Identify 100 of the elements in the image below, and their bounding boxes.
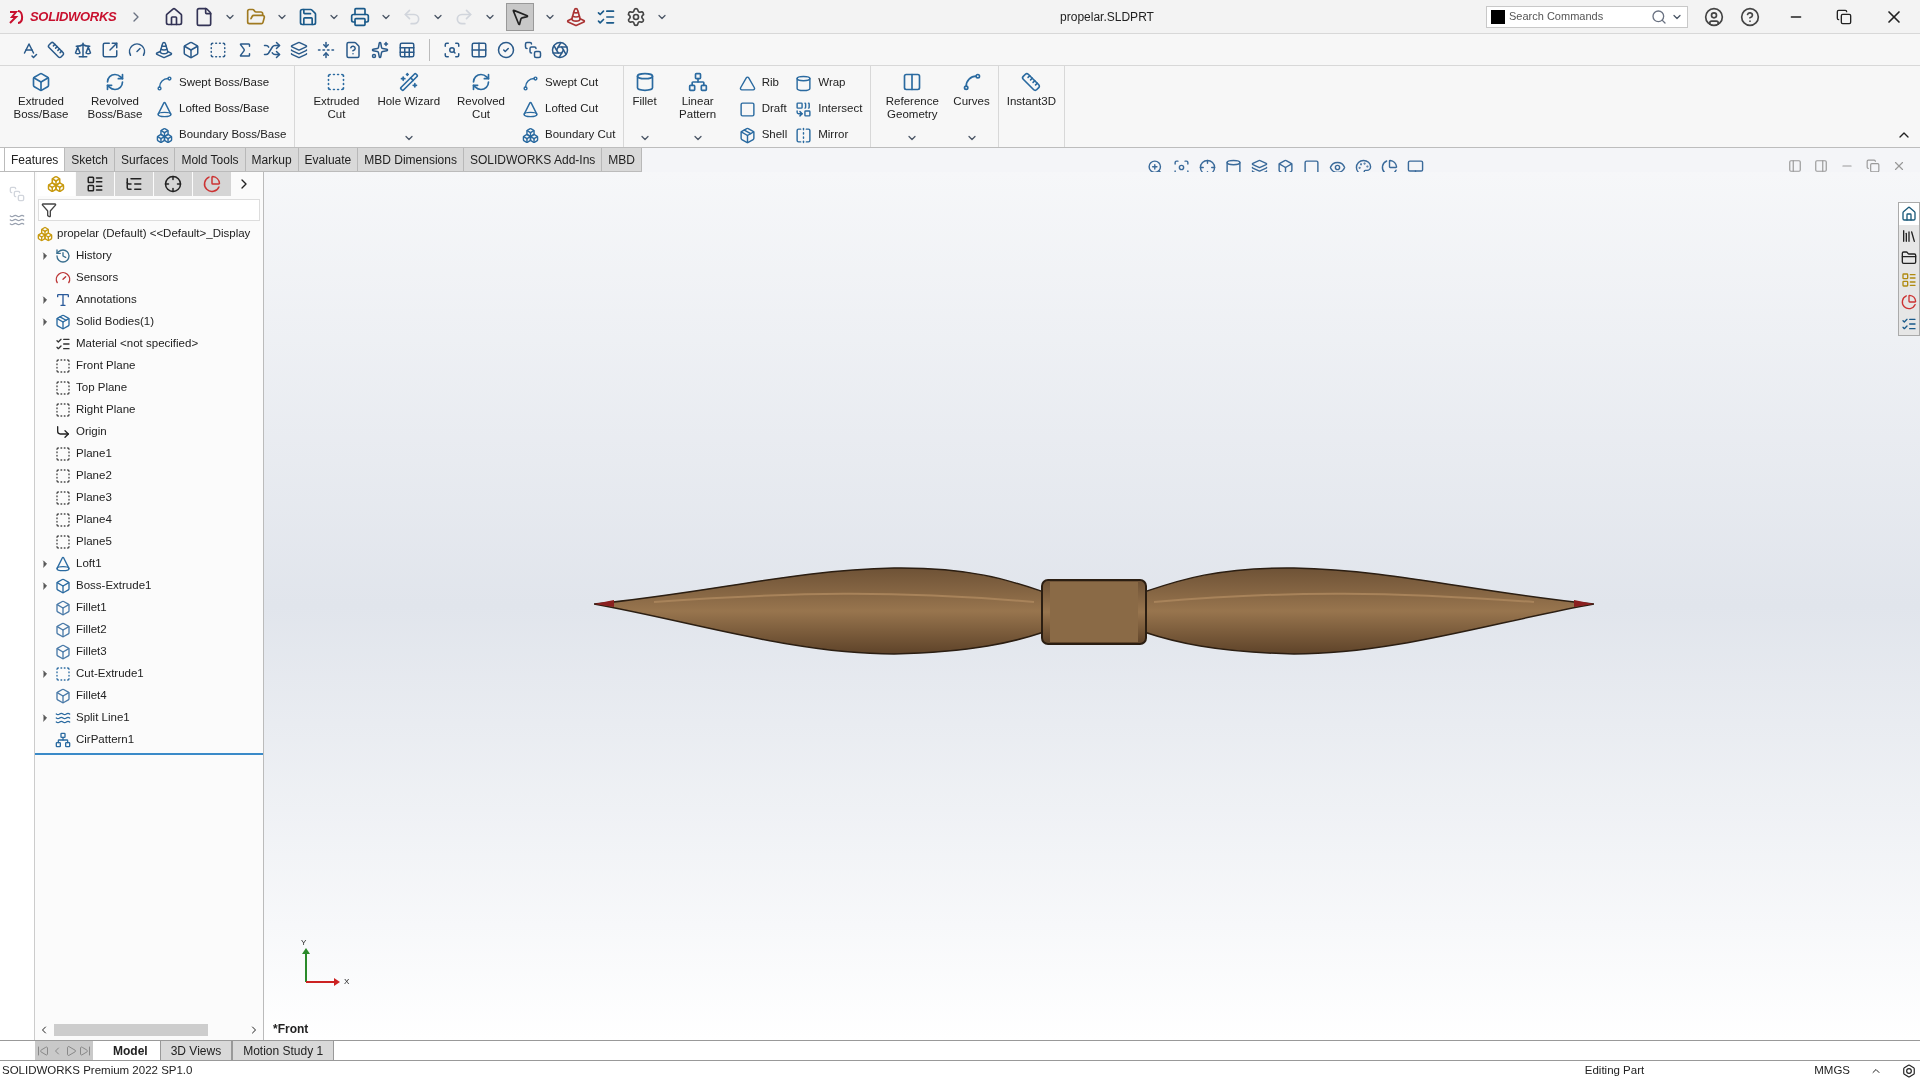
command-tab[interactable]: Sketch <box>65 148 116 171</box>
grid-icon[interactable] <box>470 40 488 59</box>
bolt-icon[interactable] <box>1902 1063 1916 1078</box>
ribbon-button[interactable]: Draft <box>738 98 788 120</box>
ribbon-button[interactable]: Mirror <box>795 124 863 146</box>
ribbon-button[interactable]: Fillet <box>629 72 660 108</box>
scale-icon[interactable] <box>74 40 92 59</box>
command-tab[interactable]: Evaluate <box>298 148 359 171</box>
select-button[interactable] <box>506 2 534 31</box>
tree-item[interactable]: Front Plane <box>76 357 136 375</box>
ribbon-button[interactable]: Intersect <box>795 98 863 120</box>
ribbon-button[interactable]: Extruded Boss/Base <box>5 72 77 121</box>
ribbon-button[interactable]: Revolved Boss/Base <box>79 72 151 121</box>
curve-icon <box>156 74 173 92</box>
bottom-tab[interactable]: 3D Views <box>159 1041 233 1060</box>
ribbon-button[interactable]: Swept Boss/Base <box>156 72 287 94</box>
command-tab[interactable]: Features <box>4 148 66 171</box>
check-circle-icon[interactable] <box>497 40 515 59</box>
help-icon[interactable] <box>1740 6 1760 27</box>
tree-item[interactable]: CirPattern1 <box>76 731 135 749</box>
tree-item[interactable]: Plane3 <box>76 489 112 507</box>
tree-item[interactable]: Split Line1 <box>76 709 130 727</box>
home-icon[interactable] <box>1899 203 1919 225</box>
sparkles-icon[interactable] <box>371 40 389 59</box>
ribbon-button[interactable]: Rib <box>738 72 788 94</box>
ribbon-button[interactable]: Extruded Cut <box>300 72 373 121</box>
file-question-icon[interactable] <box>344 40 362 59</box>
tree-item[interactable]: Material <not specified> <box>76 335 199 353</box>
scan-icon[interactable] <box>443 40 461 59</box>
tree-item[interactable]: Cut-Extrude1 <box>76 665 144 683</box>
command-tab[interactable]: Mold Tools <box>175 148 246 171</box>
ribbon-button[interactable]: Reference Geometry <box>876 72 949 121</box>
search-box[interactable]: Search Commands <box>1486 5 1688 28</box>
command-tab[interactable]: Markup <box>245 148 299 171</box>
ribbon-button[interactable]: Shell <box>738 124 788 146</box>
tree-item[interactable]: Sensors <box>76 269 119 287</box>
tree-item[interactable]: Fillet2 <box>76 621 107 639</box>
ribbon-button[interactable]: Boundary Boss/Base <box>156 124 287 146</box>
cube-icon[interactable] <box>182 40 200 59</box>
tree-item[interactable]: Origin <box>76 423 107 441</box>
ribbon-button[interactable]: Hole Wizard <box>374 72 444 108</box>
filter-field[interactable] <box>38 199 260 221</box>
tree-item[interactable]: Boss-Extrude1 <box>76 577 152 595</box>
cone-icon[interactable] <box>155 40 173 59</box>
search-field[interactable]: Search Commands <box>1509 8 1647 25</box>
tree-item[interactable]: Fillet4 <box>76 687 107 705</box>
tree-tab[interactable] <box>76 172 114 196</box>
tree-item[interactable]: History <box>76 247 112 265</box>
save-icon[interactable] <box>298 6 318 27</box>
tree-item[interactable]: Right Plane <box>76 401 136 419</box>
ribbon-button[interactable]: Instant3D <box>1003 72 1059 108</box>
aperture-icon[interactable] <box>551 40 569 59</box>
bottom-tab[interactable]: Motion Study 1 <box>232 1041 335 1060</box>
settings-icon[interactable] <box>626 6 646 27</box>
restore-icon[interactable] <box>1836 8 1852 25</box>
ribbon-button[interactable]: Revolved Cut <box>445 72 518 121</box>
units-button[interactable]: MMGS <box>1814 1061 1850 1080</box>
cone-icon[interactable] <box>566 6 586 27</box>
shuffle-icon[interactable] <box>263 40 281 59</box>
tree-root[interactable]: propelar (Default) <<Default>_Display <box>57 225 251 243</box>
command-tab[interactable]: SOLIDWORKS Add-Ins <box>463 148 603 171</box>
tree-tab[interactable] <box>154 172 192 196</box>
file-icon[interactable] <box>194 6 214 27</box>
ribbon-button[interactable]: Lofted Boss/Base <box>156 98 287 120</box>
stacked-squares-icon[interactable] <box>524 40 542 59</box>
command-tab[interactable]: MBD <box>602 148 642 171</box>
command-tab[interactable]: Surfaces <box>115 148 176 171</box>
ribbon-button[interactable]: Swept Cut <box>522 72 616 94</box>
ribbon-button[interactable]: Linear Pattern <box>661 72 734 121</box>
tree-item[interactable]: Top Plane <box>76 379 128 397</box>
tree-item[interactable]: Annotations <box>76 291 137 309</box>
tree-item[interactable]: Fillet3 <box>76 643 107 661</box>
printer-icon[interactable] <box>350 6 370 27</box>
tree-item[interactable]: Solid Bodies(1) <box>76 313 154 331</box>
gauge-icon[interactable] <box>128 40 146 59</box>
scrollbar-thumb[interactable] <box>54 1024 208 1036</box>
ribbon-button[interactable]: Curves <box>950 72 993 108</box>
tree-item[interactable]: Plane1 <box>76 445 112 463</box>
dashed-box-icon[interactable] <box>209 40 227 59</box>
cube-icon <box>55 600 71 616</box>
tree-tab[interactable] <box>115 172 153 196</box>
sheet-icon[interactable] <box>398 40 416 59</box>
tree-item[interactable]: Loft1 <box>76 555 102 573</box>
tree-item[interactable]: Plane5 <box>76 533 112 551</box>
fold-icon[interactable] <box>317 40 335 59</box>
arrow-square-icon[interactable] <box>101 40 119 59</box>
command-tab[interactable]: MBD Dimensions <box>358 148 464 171</box>
tree-item[interactable]: Plane4 <box>76 511 112 529</box>
user-icon[interactable] <box>1704 6 1724 27</box>
home-icon[interactable] <box>164 6 184 27</box>
search-icon[interactable] <box>1651 8 1667 25</box>
ribbon-button[interactable]: Lofted Cut <box>522 98 616 120</box>
ribbon-button[interactable]: Boundary Cut <box>522 124 616 146</box>
layers-icon[interactable] <box>290 40 308 59</box>
tree-item[interactable]: Plane2 <box>76 467 112 485</box>
list-icon <box>55 336 71 352</box>
tree-item[interactable]: Fillet1 <box>76 599 107 617</box>
wave-icon[interactable] <box>9 212 25 228</box>
ribbon-button[interactable]: Wrap <box>795 72 863 94</box>
ruler-icon[interactable] <box>47 40 65 59</box>
